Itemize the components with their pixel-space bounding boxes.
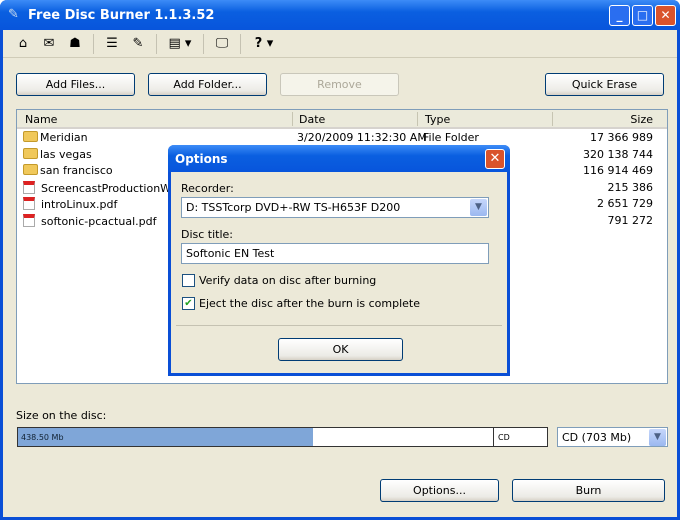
file-size: 320 138 744 <box>583 147 653 161</box>
user-icon[interactable]: ☗ <box>63 33 87 55</box>
toolbar-separator <box>156 33 157 54</box>
disc-type-label: CD <box>493 427 548 447</box>
chevron-down-icon[interactable]: ▼ <box>470 199 487 216</box>
add-files-button[interactable]: Add Files... <box>16 73 135 96</box>
divider <box>176 325 502 326</box>
list-header: Name Date Type Size <box>17 110 667 129</box>
file-size: 17 366 989 <box>590 131 653 144</box>
minimize-button[interactable]: _ <box>609 5 630 26</box>
add-folder-button[interactable]: Add Folder... <box>148 73 267 96</box>
file-name: san francisco <box>23 164 113 177</box>
maximize-button[interactable]: □ <box>632 5 653 26</box>
file-size: 2 651 729 <box>597 197 653 210</box>
column-type[interactable]: Type <box>425 113 450 126</box>
table-row[interactable]: Meridian 3/20/2009 11:32:30 AM File Fold… <box>17 129 667 146</box>
size-on-disc-label: Size on the disc: <box>16 409 107 422</box>
file-name: softonic-pcactual.pdf <box>23 213 156 228</box>
title-bar: ✎ Free Disc Burner 1.1.3.52 _ □ ✕ <box>0 0 680 30</box>
toolbar-separator <box>203 33 204 54</box>
disc-size-value: CD (703 Mb) <box>562 431 632 444</box>
options-button[interactable]: Options... <box>380 479 499 502</box>
list-icon[interactable]: ☰ <box>100 33 124 55</box>
recorder-value: D: TSSTcorp DVD+-RW TS-H653F D200 <box>186 201 401 214</box>
eject-label: Eject the disc after the burn is complet… <box>199 297 420 310</box>
recorder-select[interactable]: D: TSSTcorp DVD+-RW TS-H653F D200 ▼ <box>181 197 489 218</box>
folder-icon <box>23 147 38 159</box>
column-size[interactable]: Size <box>630 113 653 126</box>
dialog-title-bar: Options ✕ <box>168 145 510 172</box>
file-name: Meridian <box>23 131 88 144</box>
toolbar: ⌂ ✉ ☗ ☰ ✎ ▤ ▾ 🖵 ? ▾ <box>3 30 677 58</box>
disc-title-input[interactable]: Softonic EN Test <box>181 243 489 264</box>
file-name: introLinux.pdf <box>23 197 117 211</box>
remove-button[interactable]: Remove <box>280 73 399 96</box>
disc-usage-fill: 438.50 Mb <box>18 428 313 446</box>
dialog-close-button[interactable]: ✕ <box>485 149 505 169</box>
folder-icon <box>23 131 38 142</box>
file-date: 3/20/2009 11:32:30 AM <box>297 131 427 144</box>
eject-checkbox[interactable]: ✔ <box>182 297 195 310</box>
file-size: 791 272 <box>607 213 654 227</box>
recorder-label: Recorder: <box>181 182 234 195</box>
file-type: File Folder <box>423 131 479 144</box>
folder-icon <box>23 164 38 175</box>
app-logo-icon: ✎ <box>8 7 19 22</box>
pdf-file-icon <box>23 213 35 227</box>
file-size: 215 386 <box>607 180 654 194</box>
toolbar-separator <box>240 33 241 54</box>
column-date[interactable]: Date <box>299 113 325 126</box>
verify-checkbox[interactable] <box>182 274 195 287</box>
disc-usage-bar: 438.50 Mb <box>17 427 494 447</box>
close-button[interactable]: ✕ <box>655 5 676 26</box>
pdf-file-icon <box>23 197 35 210</box>
mail-icon[interactable]: ✉ <box>37 33 61 55</box>
window-title: Free Disc Burner 1.1.3.52 <box>28 8 215 23</box>
verify-label: Verify data on disc after burning <box>199 274 377 287</box>
window-menu-icon[interactable]: ▤ ▾ <box>163 33 197 55</box>
disc-title-label: Disc title: <box>181 228 234 241</box>
pencil-icon[interactable]: ✎ <box>126 33 150 55</box>
chevron-down-icon[interactable]: ▼ <box>649 429 666 446</box>
home-icon[interactable]: ⌂ <box>11 33 35 55</box>
toolbar-separator <box>93 33 94 54</box>
help-menu-icon[interactable]: ? ▾ <box>247 33 281 55</box>
file-size: 116 914 469 <box>583 164 653 177</box>
column-name[interactable]: Name <box>25 113 57 126</box>
burn-button[interactable]: Burn <box>512 479 665 502</box>
options-dialog: Options ✕ Recorder: D: TSSTcorp DVD+-RW … <box>168 145 510 376</box>
quick-erase-button[interactable]: Quick Erase <box>545 73 664 96</box>
ok-button[interactable]: OK <box>278 338 403 361</box>
monitor-icon[interactable]: 🖵 <box>210 33 234 55</box>
file-name: las vegas <box>23 147 92 161</box>
disc-size-select[interactable]: CD (703 Mb) ▼ <box>557 427 668 447</box>
pdf-file-icon <box>23 180 35 194</box>
dialog-title: Options <box>175 152 228 166</box>
